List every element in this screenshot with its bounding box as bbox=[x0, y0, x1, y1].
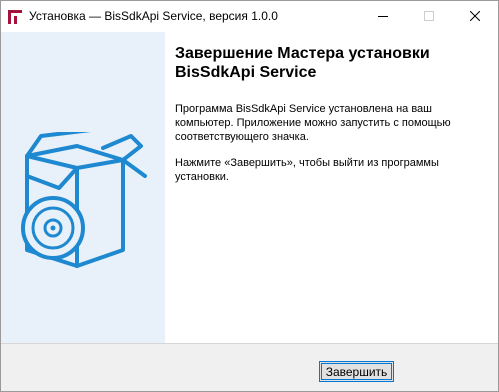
setup-app-icon bbox=[7, 9, 23, 25]
software-box-icon bbox=[19, 128, 149, 272]
window-title: Установка — BisSdkApi Service, версия 1.… bbox=[29, 9, 278, 23]
page-title: Завершение Мастера установки BisSdkApi S… bbox=[175, 45, 430, 81]
wizard-footer: Завершить bbox=[1, 344, 498, 391]
installer-window: Установка — BisSdkApi Service, версия 1.… bbox=[0, 0, 499, 392]
title-bar[interactable]: Установка — BisSdkApi Service, версия 1.… bbox=[1, 1, 498, 32]
wizard-side-panel bbox=[1, 32, 165, 343]
close-icon bbox=[469, 10, 481, 24]
finish-button[interactable]: Завершить bbox=[319, 361, 394, 382]
installed-message: Программа BisSdkApi Service установлена … bbox=[175, 103, 451, 143]
maximize-button[interactable] bbox=[406, 1, 452, 32]
minimize-icon bbox=[378, 10, 388, 24]
close-button[interactable] bbox=[452, 1, 498, 32]
wizard-content: Завершение Мастера установки BisSdkApi S… bbox=[165, 32, 498, 343]
maximize-icon bbox=[424, 10, 434, 24]
finish-instructions: Нажмите «Завершить», чтобы выйти из прог… bbox=[175, 157, 439, 183]
minimize-button[interactable] bbox=[360, 1, 406, 32]
